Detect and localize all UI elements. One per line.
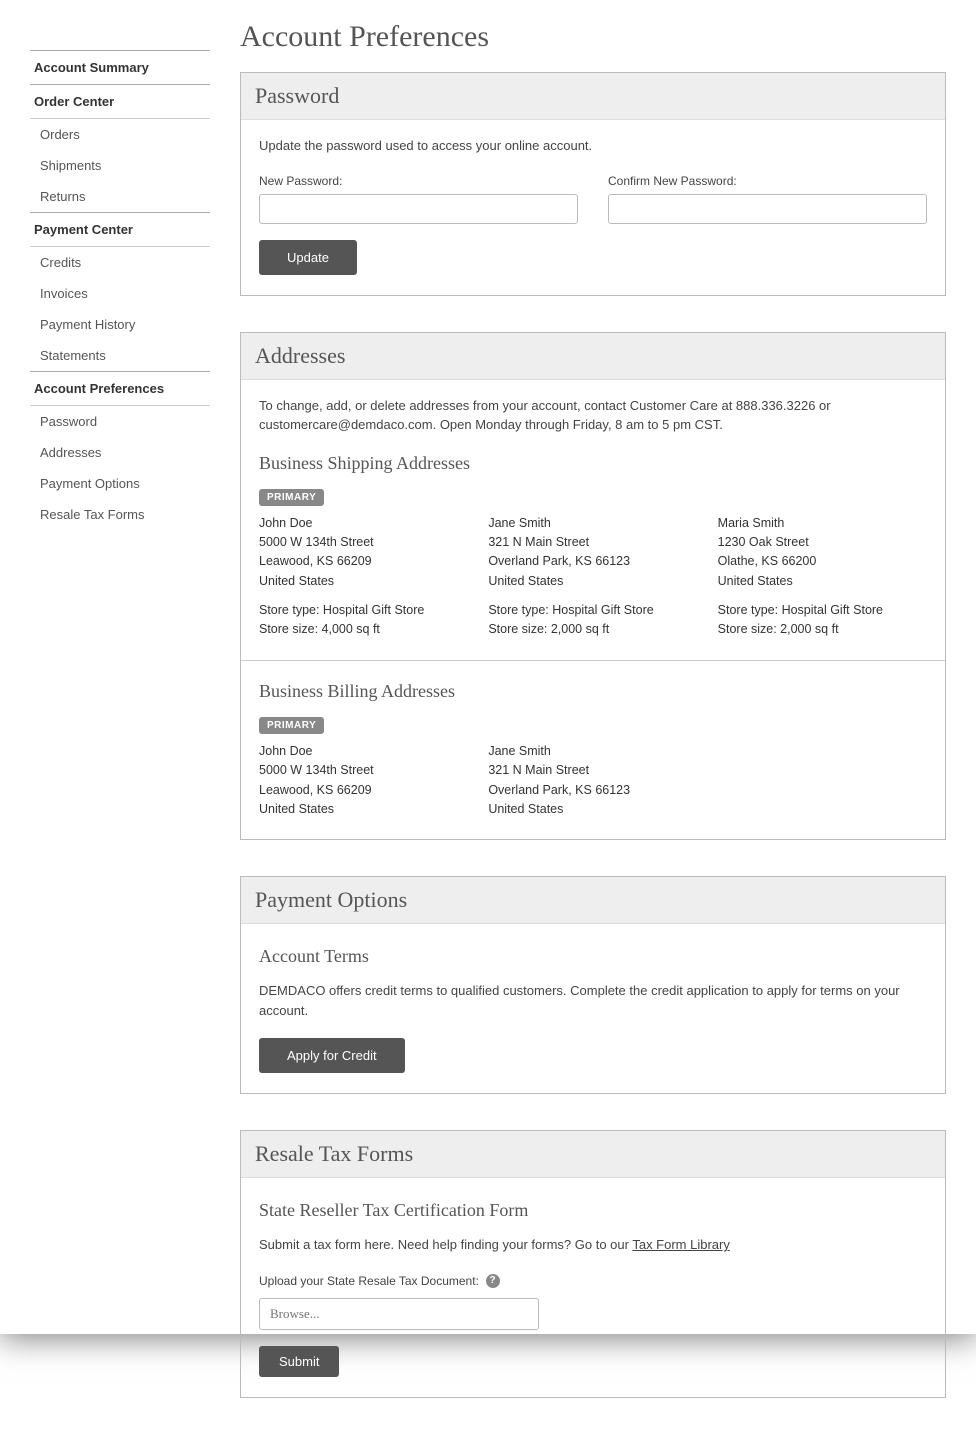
sidebar-item-statements[interactable]: Statements (30, 340, 210, 371)
payment-options-panel-header: Payment Options (241, 877, 945, 924)
address-line1: 321 N Main Street (488, 533, 697, 552)
address-store-size: Store size: 2,000 sq ft (488, 620, 697, 639)
billing-address-empty (718, 742, 927, 820)
page-title: Account Preferences (240, 20, 946, 54)
new-password-input[interactable] (259, 194, 578, 224)
billing-address-1: John Doe 5000 W 134th Street Leawood, KS… (259, 742, 468, 820)
address-store-type: Store type: Hospital Gift Store (259, 601, 468, 620)
address-store-size: Store size: 2,000 sq ft (718, 620, 927, 639)
apply-for-credit-button[interactable]: Apply for Credit (259, 1038, 405, 1073)
address-line2: Overland Park, KS 66123 (488, 552, 697, 571)
address-store-type: Store type: Hospital Gift Store (488, 601, 697, 620)
address-country: United States (718, 572, 927, 591)
sidebar-item-invoices[interactable]: Invoices (30, 278, 210, 309)
sidebar: Account Summary Order Center Orders Ship… (30, 20, 210, 1434)
address-line2: Leawood, KS 66209 (259, 781, 468, 800)
addresses-panel-header: Addresses (241, 333, 945, 380)
sidebar-item-credits[interactable]: Credits (30, 247, 210, 278)
main-content: Account Preferences Password Update the … (240, 20, 946, 1434)
browse-file-input[interactable] (259, 1298, 539, 1330)
address-line1: 321 N Main Street (488, 761, 697, 780)
addresses-description: To change, add, or delete addresses from… (259, 396, 927, 435)
tax-form-title: State Reseller Tax Certification Form (259, 1200, 927, 1221)
sidebar-item-orders[interactable]: Orders (30, 119, 210, 150)
account-terms-title: Account Terms (259, 946, 927, 967)
sidebar-item-addresses[interactable]: Addresses (30, 437, 210, 468)
new-password-label: New Password: (259, 174, 578, 188)
sidebar-header-account-preferences[interactable]: Account Preferences (30, 371, 210, 405)
shipping-primary-badge: PRIMARY (259, 489, 324, 506)
shipping-address-2: Jane Smith 321 N Main Street Overland Pa… (488, 514, 697, 640)
tax-form-library-link[interactable]: Tax Form Library (632, 1237, 730, 1252)
resale-tax-forms-panel: Resale Tax Forms State Reseller Tax Cert… (240, 1130, 946, 1398)
account-terms-description: DEMDACO offers credit terms to qualified… (259, 981, 927, 1020)
billing-primary-badge: PRIMARY (259, 717, 324, 734)
sidebar-item-payment-history[interactable]: Payment History (30, 309, 210, 340)
address-name: Maria Smith (718, 514, 927, 533)
address-name: Jane Smith (488, 742, 697, 761)
password-panel: Password Update the password used to acc… (240, 72, 946, 296)
addresses-panel: Addresses To change, add, or delete addr… (240, 332, 946, 841)
address-country: United States (488, 800, 697, 819)
sidebar-item-password[interactable]: Password (30, 406, 210, 437)
sidebar-header-payment-center[interactable]: Payment Center (30, 212, 210, 246)
submit-tax-form-button[interactable]: Submit (259, 1346, 339, 1377)
sidebar-item-shipments[interactable]: Shipments (30, 150, 210, 181)
address-country: United States (259, 800, 468, 819)
sidebar-item-payment-options[interactable]: Payment Options (30, 468, 210, 499)
address-name: John Doe (259, 514, 468, 533)
address-line2: Leawood, KS 66209 (259, 552, 468, 571)
address-line1: 5000 W 134th Street (259, 761, 468, 780)
upload-label: Upload your State Resale Tax Document: (259, 1274, 479, 1288)
sidebar-item-resale-tax-forms[interactable]: Resale Tax Forms (30, 499, 210, 530)
address-line2: Overland Park, KS 66123 (488, 781, 697, 800)
update-password-button[interactable]: Update (259, 240, 357, 275)
password-description: Update the password used to access your … (259, 136, 927, 156)
help-icon[interactable]: ? (486, 1274, 500, 1288)
address-line1: 1230 Oak Street (718, 533, 927, 552)
address-country: United States (259, 572, 468, 591)
addresses-divider (241, 660, 945, 661)
billing-address-2: Jane Smith 321 N Main Street Overland Pa… (488, 742, 697, 820)
sidebar-header-order-center[interactable]: Order Center (30, 84, 210, 118)
resale-tax-forms-panel-header: Resale Tax Forms (241, 1131, 945, 1178)
sidebar-header-account-summary[interactable]: Account Summary (30, 50, 210, 84)
address-store-type: Store type: Hospital Gift Store (718, 601, 927, 620)
shipping-addresses-title: Business Shipping Addresses (259, 453, 927, 474)
address-country: United States (488, 572, 697, 591)
shipping-address-1: John Doe 5000 W 134th Street Leawood, KS… (259, 514, 468, 640)
address-line1: 5000 W 134th Street (259, 533, 468, 552)
confirm-password-input[interactable] (608, 194, 927, 224)
sidebar-item-returns[interactable]: Returns (30, 181, 210, 212)
billing-addresses-title: Business Billing Addresses (259, 681, 927, 702)
payment-options-panel: Payment Options Account Terms DEMDACO of… (240, 876, 946, 1094)
password-panel-header: Password (241, 73, 945, 120)
confirm-password-label: Confirm New Password: (608, 174, 927, 188)
shipping-address-3: Maria Smith 1230 Oak Street Olathe, KS 6… (718, 514, 927, 640)
address-store-size: Store size: 4,000 sq ft (259, 620, 468, 639)
address-name: Jane Smith (488, 514, 697, 533)
tax-form-intro-text: Submit a tax form here. Need help findin… (259, 1237, 632, 1252)
address-name: John Doe (259, 742, 468, 761)
address-line2: Olathe, KS 66200 (718, 552, 927, 571)
tax-form-intro: Submit a tax form here. Need help findin… (259, 1235, 927, 1255)
